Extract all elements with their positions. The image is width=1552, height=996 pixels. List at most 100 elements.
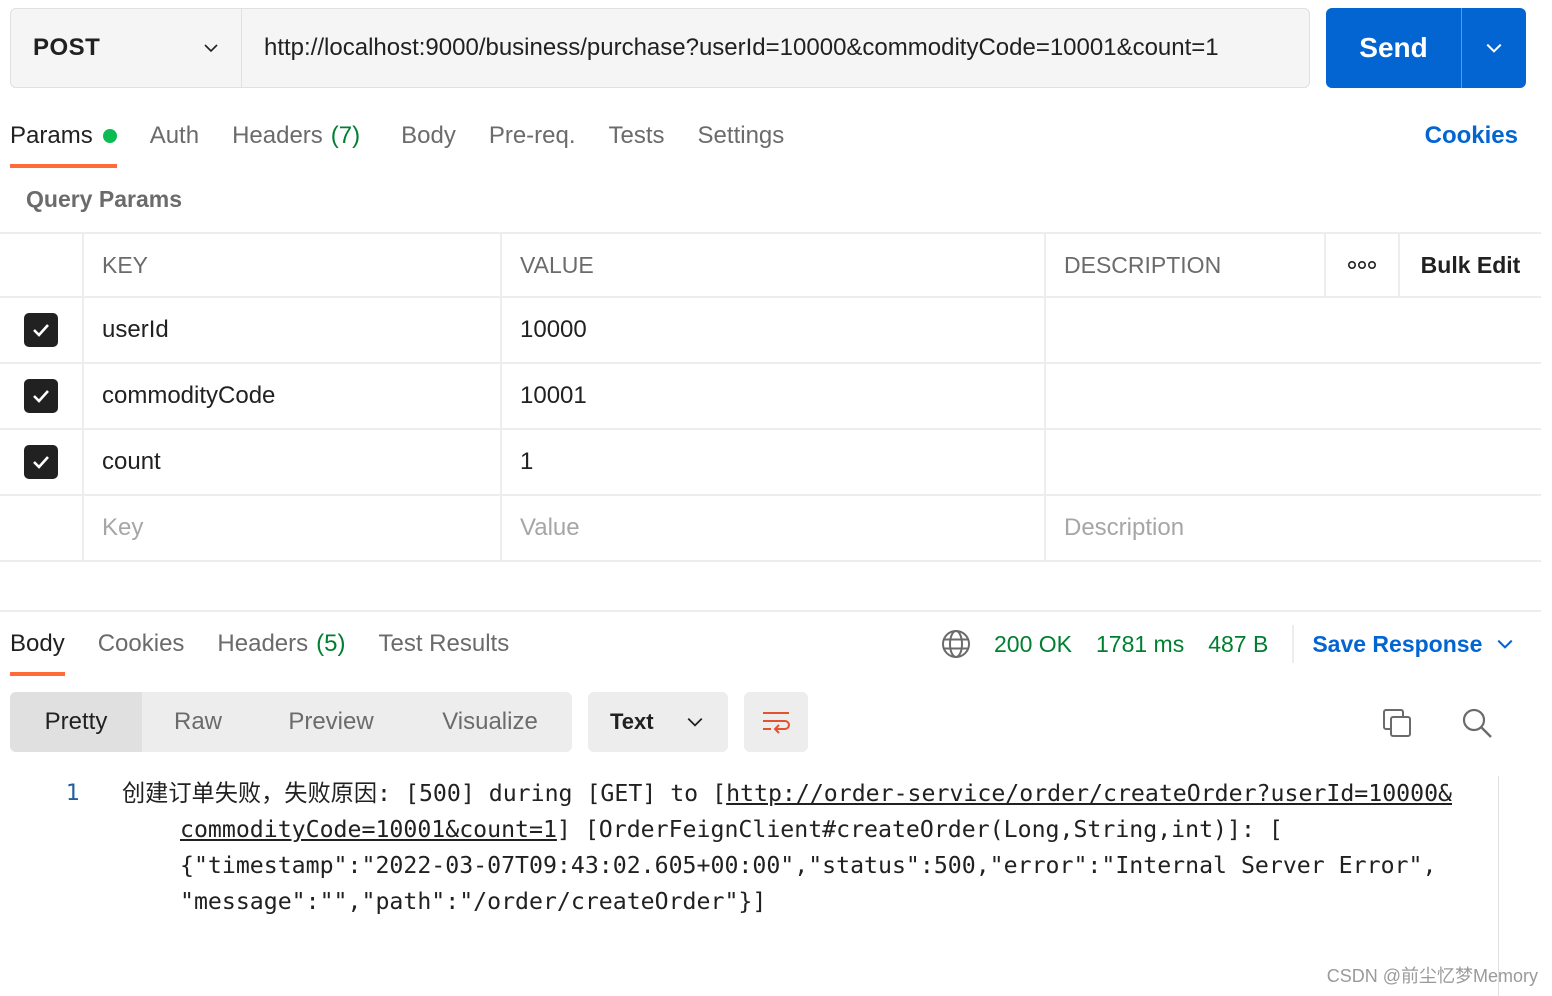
view-mode-preview[interactable]: Preview [254,692,408,752]
row-checkbox-cell [0,298,84,362]
tab-label: Tests [608,122,665,149]
tab-body[interactable]: Body [401,110,456,162]
cookies-link[interactable]: Cookies [1425,122,1518,150]
tab-label: Auth [149,122,200,149]
tab-label: Settings [697,122,785,149]
param-description[interactable] [1046,298,1541,362]
url-input[interactable]: http://localhost:9000/business/purchase?… [242,9,1309,87]
tab-label: Params [10,122,93,149]
pane-divider[interactable] [0,610,1541,612]
wrap-lines-button[interactable] [744,692,808,752]
response-headers-count: (5) [316,630,346,657]
chevron-down-icon [687,717,703,727]
table-row: count 1 [0,430,1541,496]
more-horizontal-icon [1347,260,1376,270]
new-key-input[interactable]: Key [84,496,502,560]
chevron-down-icon [1486,43,1502,53]
tab-settings[interactable]: Settings [698,110,785,162]
row-checkbox[interactable] [24,313,58,347]
format-select[interactable]: Text [588,692,728,752]
params-active-dot-icon [102,129,117,143]
param-key[interactable]: commodityCode [84,364,502,428]
wrap-lines-icon [763,712,790,734]
format-label: Text [610,709,654,734]
tab-response-body[interactable]: Body [10,618,65,676]
save-response-button[interactable]: Save Response [1312,631,1514,658]
response-line: {"timestamp":"2022-03-07T09:43:02.605+00… [180,852,1437,879]
globe-icon[interactable] [940,628,972,660]
headers-count: (7) [330,122,361,149]
tab-label: Pre-req. [488,122,576,149]
tab-label: Cookies [97,630,185,657]
param-description[interactable] [1046,364,1541,428]
response-time[interactable]: 1781 ms [1096,631,1184,658]
chevron-down-icon [1497,639,1513,649]
status-code[interactable]: 200 OK [994,631,1072,658]
param-key[interactable]: userId [84,298,502,362]
column-header-key: KEY [84,234,502,296]
response-line: "message":"","path":"/order/createOrder"… [180,888,767,915]
tab-response-headers[interactable]: Headers (5) [217,618,345,670]
response-text: 创建订单失败，失败原因: [500] during [GET] to [ [122,780,727,807]
response-size[interactable]: 487 B [1208,631,1268,658]
param-key[interactable]: count [84,430,502,494]
header-checkbox-cell [0,234,84,296]
row-checkbox[interactable] [24,379,58,413]
param-value[interactable]: 10000 [502,298,1046,362]
query-params-title: Query Params [26,186,182,212]
tab-prereq[interactable]: Pre-req. [489,110,576,162]
response-url-link[interactable]: commodityCode=10001&count=1 [180,816,557,843]
send-options-button[interactable] [1461,8,1526,88]
search-icon[interactable] [1460,706,1494,740]
bulk-edit-button[interactable]: Bulk Edit [1400,234,1541,296]
tab-auth[interactable]: Auth [150,110,199,162]
tab-test-results[interactable]: Test Results [378,618,509,670]
tab-tests[interactable]: Tests [609,110,665,162]
more-options-button[interactable] [1326,234,1400,296]
query-params-table: KEY VALUE DESCRIPTION Bulk Edit userId 1… [0,232,1541,562]
request-url-bar: POST http://localhost:9000/business/purc… [10,8,1310,88]
new-description-input[interactable]: Description [1046,496,1541,560]
table-header-row: KEY VALUE DESCRIPTION Bulk Edit [0,232,1541,298]
row-checkbox-cell [0,430,84,494]
new-value-input[interactable]: Value [502,496,1046,560]
request-tabs: Params Auth Headers (7) Body Pre-req. Te… [10,110,817,168]
param-value[interactable]: 1 [502,430,1046,494]
new-param-row: Key Value Description [0,496,1541,562]
column-header-description: DESCRIPTION [1046,234,1326,296]
check-icon [33,456,49,469]
table-row: userId 10000 [0,298,1541,364]
view-mode-raw[interactable]: Raw [142,692,254,752]
tab-label: Headers [232,122,323,149]
divider [1292,625,1295,663]
param-description[interactable] [1046,430,1541,494]
param-value[interactable]: 10001 [502,364,1046,428]
tab-params[interactable]: Params [10,110,117,168]
chevron-down-icon [204,44,218,53]
tab-label: Headers [217,630,309,657]
response-tabs: Body Cookies Headers (5) Test Results [10,618,542,676]
response-line: 创建订单失败，失败原因: [500] during [GET] to [http… [122,776,1452,812]
tab-label: Test Results [378,630,510,657]
response-text: ] [OrderFeignClient#createOrder(Long,Str… [556,816,1283,843]
watermark: CSDN @前尘忆梦Memory [1326,966,1538,986]
tab-headers[interactable]: Headers (7) [232,110,360,162]
response-url-link[interactable]: http://order-service/order/createOrder?u… [726,780,1452,807]
send-button[interactable]: Send [1326,8,1461,88]
tab-response-cookies[interactable]: Cookies [98,618,185,670]
row-checkbox[interactable] [24,445,58,479]
row-checkbox-cell [0,496,84,560]
tab-label: Body [401,122,456,149]
response-line: commodityCode=10001&count=1] [OrderFeign… [180,812,1283,848]
response-status-bar: 200 OK 1781 ms 487 B Save Response [940,625,1514,663]
send-button-group: Send [1326,8,1526,88]
method-select[interactable]: POST [11,9,242,87]
method-label: POST [33,34,101,61]
save-response-label: Save Response [1312,630,1483,657]
view-mode-visualize[interactable]: Visualize [408,692,572,752]
column-header-value: VALUE [502,234,1046,296]
copy-icon[interactable] [1380,706,1414,740]
response-view-mode-selector: Pretty Raw Preview Visualize [10,692,572,752]
view-mode-pretty[interactable]: Pretty [10,692,142,752]
tab-label: Body [10,630,65,657]
